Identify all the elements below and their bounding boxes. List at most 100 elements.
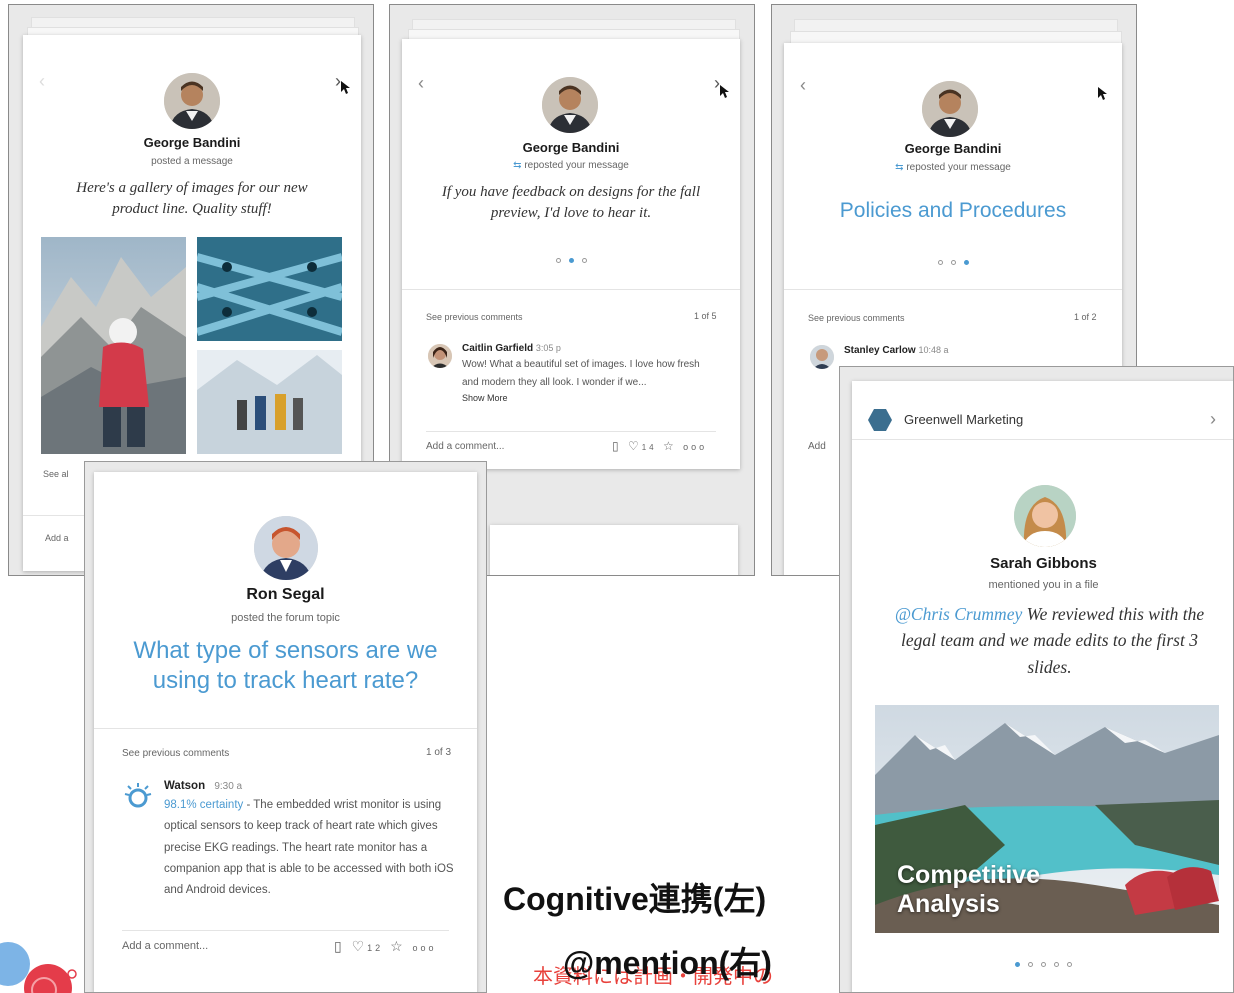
caption-mention: @mention(右) xyxy=(563,945,772,981)
divider xyxy=(122,930,449,931)
file-title[interactable]: Policies and Procedures xyxy=(784,199,1122,223)
card-actions: ▯ ♡12 ☆ ooo xyxy=(334,938,437,955)
pager-dot-active[interactable] xyxy=(963,260,969,265)
file-preview-image[interactable]: Competitive Analysis xyxy=(875,705,1219,933)
decorative-bubbles-logo xyxy=(0,942,77,993)
message-text: @Chris Crummey We reviewed this with the… xyxy=(882,601,1217,680)
forum-card: Ron Segal posted the forum topic What ty… xyxy=(94,472,477,992)
file-title-line-1: Competitive xyxy=(897,861,1041,889)
like-icon[interactable]: ♡ xyxy=(628,439,642,453)
comment-time: 9:30 a xyxy=(214,781,243,792)
cursor-icon xyxy=(341,81,350,94)
gallery-image-hikers[interactable] xyxy=(197,350,342,454)
star-icon[interactable]: ☆ xyxy=(663,439,677,453)
commenter-avatar[interactable] xyxy=(428,344,452,368)
star-icon[interactable]: ☆ xyxy=(390,938,406,954)
author-name[interactable]: George Bandini xyxy=(784,141,1122,156)
avatar[interactable] xyxy=(254,516,318,580)
author-name[interactable]: George Bandini xyxy=(402,140,740,155)
add-comment-input[interactable]: Add xyxy=(808,441,826,452)
caption-cognitive: Cognitive連携(左) xyxy=(503,881,767,917)
action-text: posted the forum topic xyxy=(231,612,340,624)
see-previous-comments[interactable]: See previous comments xyxy=(426,312,523,322)
like-count: 12 xyxy=(367,943,384,953)
comment-text: Wow! What a beautiful set of images. I l… xyxy=(462,359,700,388)
commenter-name[interactable]: Stanley Carlow xyxy=(844,345,916,356)
community-name[interactable]: Greenwell Marketing xyxy=(904,412,1023,427)
divider xyxy=(426,431,716,432)
pager-dot[interactable] xyxy=(581,258,587,263)
divider xyxy=(852,439,1233,440)
commenter-avatar[interactable] xyxy=(810,345,834,369)
see-previous-comments[interactable]: See previous comments xyxy=(122,748,229,759)
mention-card: Greenwell Marketing › Sarah Gibbons ment… xyxy=(852,381,1233,992)
comment-count: 1 of 5 xyxy=(694,311,717,321)
see-previous-comments[interactable]: See previous comments xyxy=(808,313,905,323)
author-name[interactable]: Sarah Gibbons xyxy=(852,555,1233,572)
repost-icon: ⇆ xyxy=(513,160,522,171)
cursor-icon xyxy=(720,85,729,98)
like-icon[interactable]: ♡ xyxy=(352,938,368,954)
comment-count: 1 of 3 xyxy=(426,747,452,758)
add-comment-input[interactable]: Add a xyxy=(45,533,69,543)
gallery-image-climber[interactable] xyxy=(41,237,186,454)
file-icon[interactable]: ▯ xyxy=(612,439,622,453)
mention-link[interactable]: @Chris Crummey xyxy=(895,604,1022,624)
add-comment-input[interactable]: Add a comment... xyxy=(426,441,504,452)
comment-time: 10:48 a xyxy=(918,345,949,355)
action-text: reposted your message xyxy=(524,160,629,171)
pager-dot[interactable] xyxy=(555,258,561,263)
pager-dots[interactable] xyxy=(784,257,1122,267)
comment: Caitlin Garfield 3:05 p Wow! What a beau… xyxy=(462,343,712,403)
see-all-link[interactable]: See al xyxy=(43,469,69,479)
action-row: ⇆ reposted your message xyxy=(402,160,740,171)
avatar[interactable] xyxy=(542,77,598,133)
community-header[interactable]: Greenwell Marketing › xyxy=(852,381,1233,437)
watson-icon xyxy=(124,783,152,808)
avatar[interactable] xyxy=(1014,485,1076,547)
more-icon[interactable]: ooo xyxy=(413,943,437,953)
file-icon[interactable]: ▯ xyxy=(334,938,345,954)
gallery-image-shoelaces[interactable] xyxy=(197,237,342,341)
pager-dot[interactable] xyxy=(1067,962,1072,967)
commenter-name[interactable]: Watson xyxy=(164,780,205,792)
action-text: reposted your message xyxy=(906,162,1011,173)
watson-answer: Watson 9:30 a 98.1% certainty - The embe… xyxy=(164,780,454,901)
action-row: ⇆ reposted your message xyxy=(784,162,1122,173)
author-name[interactable]: George Bandini xyxy=(23,135,361,150)
back-chevron-icon[interactable]: ‹ xyxy=(800,75,806,96)
divider xyxy=(402,289,740,290)
comment-time: 3:05 p xyxy=(535,343,561,353)
avatar[interactable] xyxy=(922,81,978,137)
action-text: posted a message xyxy=(151,156,233,167)
comment: Stanley Carlow 10:48 a xyxy=(844,345,949,356)
pager-dot[interactable] xyxy=(1041,962,1046,967)
forum-topic-title[interactable]: What type of sensors are we using to tra… xyxy=(120,636,451,696)
pager-dot[interactable] xyxy=(1054,962,1059,967)
forward-chevron-icon[interactable]: › xyxy=(1210,409,1216,430)
add-comment-input[interactable]: Add a comment... xyxy=(122,940,208,952)
more-icon[interactable]: ooo xyxy=(683,442,707,452)
pager-dots[interactable] xyxy=(402,255,740,265)
like-count: 14 xyxy=(641,443,657,452)
repost-icon: ⇆ xyxy=(895,162,904,173)
back-chevron-icon[interactable]: ‹ xyxy=(39,71,45,92)
file-title-line-2: Analysis xyxy=(897,889,1000,918)
next-card xyxy=(490,525,738,575)
pager-dot-active[interactable] xyxy=(568,258,574,263)
pager-dot-active[interactable] xyxy=(1015,962,1020,967)
card-actions: ▯ ♡14 ☆ ooo xyxy=(612,439,707,453)
action-text: mentioned you in a file xyxy=(988,579,1099,591)
certainty-value: 98.1% certainty xyxy=(164,799,244,811)
pager-dot[interactable] xyxy=(950,260,956,265)
back-chevron-icon[interactable]: ‹ xyxy=(418,73,424,94)
show-more-link[interactable]: Show More xyxy=(462,393,712,403)
pager-dot[interactable] xyxy=(937,260,943,265)
pager-dot[interactable] xyxy=(1028,962,1033,967)
cursor-icon xyxy=(1098,87,1107,100)
card4-panel: Ron Segal posted the forum topic What ty… xyxy=(84,461,487,993)
avatar[interactable] xyxy=(164,73,220,129)
pager-dots[interactable] xyxy=(852,959,1233,969)
commenter-name[interactable]: Caitlin Garfield xyxy=(462,343,533,354)
author-name[interactable]: Ron Segal xyxy=(94,586,477,604)
